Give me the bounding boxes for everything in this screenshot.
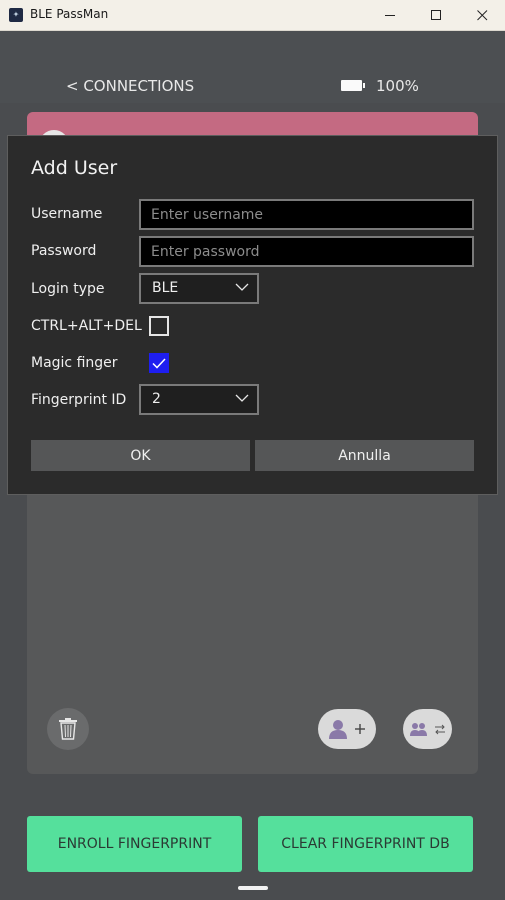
username-input[interactable] <box>139 199 474 230</box>
maximize-button[interactable] <box>413 0 459 31</box>
chevron-down-icon <box>235 394 249 402</box>
close-button[interactable] <box>459 0 505 31</box>
app-icon: ✦ <box>9 8 23 22</box>
cancel-button[interactable]: Annulla <box>255 440 474 471</box>
fingerprint-id-value: 2 <box>152 391 161 407</box>
password-input[interactable] <box>139 236 474 267</box>
swap-users-button[interactable] <box>403 709 452 749</box>
username-label: Username <box>31 206 103 222</box>
maximize-icon <box>430 10 441 20</box>
delete-button[interactable] <box>47 708 89 750</box>
login-type-label: Login type <box>31 281 105 297</box>
back-to-connections-link[interactable]: < CONNECTIONS <box>66 77 194 95</box>
login-type-select[interactable]: BLE <box>139 273 259 304</box>
close-icon <box>476 10 487 21</box>
magic-finger-checkbox[interactable] <box>149 353 169 373</box>
window-titlebar: ✦ BLE PassMan <box>0 0 505 31</box>
user-icon <box>329 720 347 739</box>
users-icon <box>409 723 427 736</box>
minimize-button[interactable] <box>367 0 413 31</box>
swap-arrows-icon <box>434 724 445 735</box>
fingerprint-id-select[interactable]: 2 <box>139 384 259 415</box>
ctrl-alt-del-label: CTRL+ALT+DEL <box>31 318 142 334</box>
trash-icon <box>59 718 77 740</box>
window-title: BLE PassMan <box>30 7 109 21</box>
checkmark-icon <box>152 357 166 369</box>
password-label: Password <box>31 243 97 259</box>
ok-button[interactable]: OK <box>31 440 250 471</box>
login-type-value: BLE <box>152 280 179 296</box>
add-user-dialog: Add User Username Password Login type BL… <box>7 135 498 495</box>
battery-icon <box>341 80 365 91</box>
battery-level: 100% <box>376 77 419 95</box>
add-user-button[interactable] <box>318 709 376 749</box>
chevron-down-icon <box>235 283 249 291</box>
ctrl-alt-del-checkbox[interactable] <box>149 316 169 336</box>
clear-fingerprint-db-button[interactable]: CLEAR FINGERPRINT DB <box>258 816 473 872</box>
minimize-icon <box>384 15 395 16</box>
enroll-fingerprint-button[interactable]: ENROLL FINGERPRINT <box>27 816 242 872</box>
dialog-title: Add User <box>31 157 118 179</box>
magic-finger-label: Magic finger <box>31 355 118 371</box>
home-indicator <box>238 886 268 890</box>
plus-icon <box>355 724 365 734</box>
fingerprint-id-label: Fingerprint ID <box>31 392 127 408</box>
